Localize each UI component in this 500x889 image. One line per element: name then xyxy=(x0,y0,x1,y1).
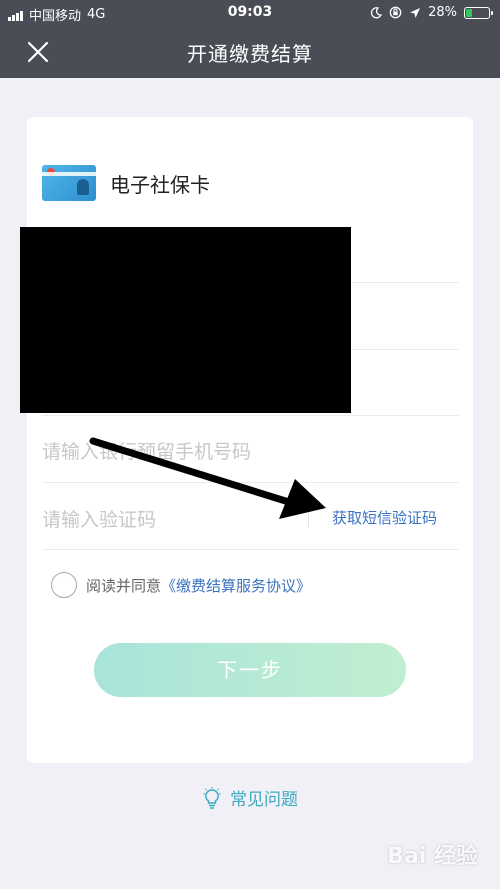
code-input[interactable]: 请输入验证码 xyxy=(42,505,156,532)
agreement-row: 阅读并同意 《缴费结算服务协议》 xyxy=(51,572,311,598)
lightbulb-icon xyxy=(203,786,221,809)
phone-row: 请输入银行预留手机号码 xyxy=(42,416,459,483)
agreement-link[interactable]: 《缴费结算服务协议》 xyxy=(161,575,311,596)
faq-label: 常见问题 xyxy=(230,790,298,810)
get-sms-code-button[interactable]: 获取短信验证码 xyxy=(332,507,437,528)
payment-setup-card: 电子社保卡 请输入银行预留手机号码 请输入验证码 获取短信验证码 阅读并同意 《… xyxy=(27,117,473,763)
agree-prefix: 阅读并同意 xyxy=(86,576,162,595)
moon-icon xyxy=(371,6,383,18)
agree-checkbox[interactable] xyxy=(51,572,77,598)
next-step-button[interactable]: 下一步 xyxy=(94,643,406,697)
navigation-bar: 开通缴费结算 xyxy=(0,26,500,78)
phone-input[interactable]: 请输入银行预留手机号码 xyxy=(42,437,251,464)
battery-percent: 28% xyxy=(428,5,457,20)
battery-icon xyxy=(464,6,493,19)
battery-fill xyxy=(466,8,472,17)
page-title: 开通缴费结算 xyxy=(187,42,313,66)
faq-link[interactable]: 常见问题 xyxy=(0,785,500,810)
orientation-lock-icon xyxy=(389,6,402,19)
card-header: 电子社保卡 xyxy=(42,165,210,201)
watermark: Bai 经验 xyxy=(387,844,478,869)
redaction-block xyxy=(20,227,351,413)
status-bar: 中国移动 4G 09:03 28% xyxy=(0,0,500,26)
location-icon xyxy=(410,7,421,18)
social-security-card-icon xyxy=(42,165,96,201)
sms-divider xyxy=(308,504,309,528)
code-row: 请输入验证码 获取短信验证码 xyxy=(42,483,459,550)
status-right: 28% xyxy=(370,5,493,20)
card-title: 电子社保卡 xyxy=(110,172,210,197)
